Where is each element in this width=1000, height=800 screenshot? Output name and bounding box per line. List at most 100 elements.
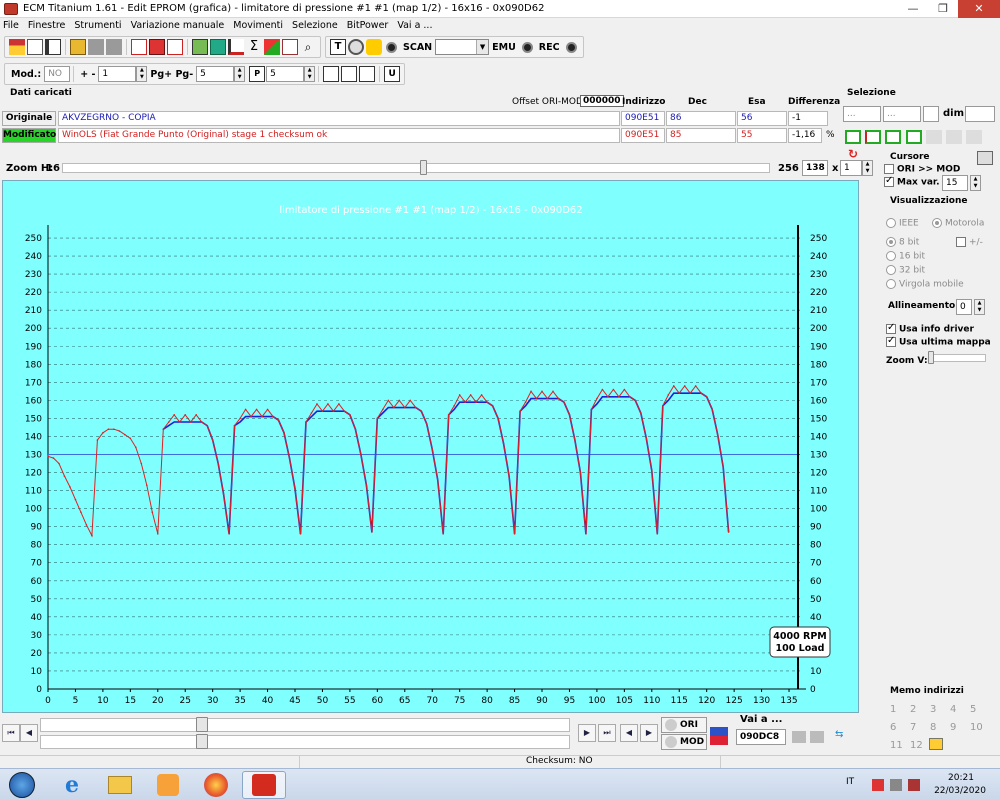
menu-finestre[interactable]: Finestre	[28, 20, 66, 31]
use-driver-info-checkbox[interactable]	[886, 322, 896, 334]
equal-block-icon[interactable]	[341, 66, 358, 82]
chart-icon[interactable]	[228, 39, 244, 55]
mod-field[interactable]: NO	[44, 66, 71, 82]
next-icon[interactable]: ▶	[578, 724, 596, 742]
signed-checkbox[interactable]	[956, 237, 966, 247]
menu-file[interactable]: File	[3, 20, 19, 31]
ieee-radio[interactable]	[886, 218, 896, 228]
arrows-icon[interactable]: ⇆	[835, 729, 851, 743]
menu-bitpower[interactable]: BitPower	[347, 20, 389, 31]
start-button[interactable]	[2, 771, 42, 799]
menu-selezione[interactable]: Selezione	[292, 20, 338, 31]
first-icon[interactable]: ⏮	[2, 724, 20, 742]
close-button[interactable]: ✕	[958, 0, 1000, 18]
modified-label[interactable]: Modificato	[2, 128, 56, 143]
restore-button[interactable]: ❐	[928, 0, 958, 18]
columns-field[interactable]: 138	[802, 160, 828, 176]
select-block-icon[interactable]	[885, 130, 902, 144]
last-icon[interactable]: ⏭	[598, 724, 616, 742]
horizontal-scrollbar-1[interactable]	[40, 718, 570, 732]
align-left-icon[interactable]	[792, 731, 806, 743]
taskbar-ie[interactable]: e	[50, 771, 94, 799]
zoom-v-slider[interactable]	[928, 354, 986, 362]
scan-dropdown[interactable]: ▼	[435, 39, 490, 55]
plus-block-icon[interactable]	[359, 66, 376, 82]
menu-strumenti[interactable]: Strumenti	[74, 20, 121, 31]
memo-slot-5[interactable]: 5	[970, 701, 990, 719]
bit8-radio[interactable]	[886, 237, 896, 247]
taskbar-explorer[interactable]	[98, 771, 142, 799]
page-step-field[interactable]: 5	[196, 66, 235, 82]
flag-icon[interactable]	[710, 727, 728, 745]
ori-button[interactable]: ORI	[661, 717, 707, 733]
lock-icon[interactable]	[348, 39, 364, 55]
page-step-spinner[interactable]: ▲ ▼	[234, 66, 246, 82]
table-icon[interactable]	[210, 39, 226, 55]
bit16-radio[interactable]	[886, 251, 896, 261]
checklist-icon[interactable]	[131, 39, 147, 55]
max-var-checkbox[interactable]	[884, 175, 894, 187]
horizontal-scrollbar-2[interactable]	[40, 735, 570, 749]
dim-field[interactable]	[965, 106, 995, 122]
taskbar-firefox[interactable]	[194, 771, 238, 799]
percent-icon[interactable]: P	[249, 66, 266, 82]
zoom-slider[interactable]	[62, 163, 770, 173]
zoom-v-thumb[interactable]	[928, 351, 934, 364]
grid-icon[interactable]	[282, 39, 298, 55]
original-label[interactable]: Originale	[2, 111, 56, 126]
ori-mod-checkbox[interactable]	[884, 164, 894, 174]
calendar-icon[interactable]	[167, 39, 183, 55]
paste-selection-icon[interactable]	[945, 130, 962, 144]
memo-slot-7[interactable]: 7	[910, 719, 930, 737]
swap-selection-icon[interactable]	[966, 130, 983, 144]
memo-slot-8[interactable]: 8	[930, 719, 950, 737]
select-range-icon[interactable]	[865, 130, 882, 144]
select-bracket-icon[interactable]	[845, 130, 861, 144]
rec-radio[interactable]	[565, 41, 577, 53]
emu-radio[interactable]	[521, 41, 533, 53]
volume-muted-icon[interactable]	[908, 779, 920, 791]
memo-slot-12[interactable]: 12	[910, 737, 930, 755]
memo-slot-3[interactable]: 3	[930, 701, 950, 719]
alignment-field[interactable]: 0	[956, 299, 972, 315]
copy-selection-icon[interactable]	[925, 130, 942, 144]
memo-slot-9[interactable]: 9	[950, 719, 970, 737]
taskbar-ecm[interactable]	[242, 771, 286, 799]
person-icon[interactable]	[366, 39, 382, 55]
motorola-radio[interactable]	[932, 218, 942, 228]
compare-icon[interactable]	[149, 39, 165, 55]
scroll-thumb-2[interactable]	[196, 734, 208, 749]
selection-start-field[interactable]: ...	[843, 106, 881, 122]
bit32-radio[interactable]	[886, 265, 896, 275]
lock-icon[interactable]	[977, 151, 993, 165]
document-icon[interactable]	[45, 39, 61, 55]
memo-slot-2[interactable]: 2	[910, 701, 930, 719]
max-var-field[interactable]: 15	[942, 175, 968, 191]
rows-spinner[interactable]: ▲ ▼	[862, 160, 873, 176]
float-radio[interactable]	[886, 279, 896, 289]
menu-movimenti[interactable]: Movimenti	[233, 20, 283, 31]
binoculars-icon[interactable]: ⌕	[300, 39, 316, 55]
step-back-icon[interactable]: ◀	[620, 724, 638, 742]
scroll-thumb-1[interactable]	[196, 717, 208, 732]
network-icon[interactable]	[872, 779, 884, 791]
zoom-slider-thumb[interactable]	[420, 160, 427, 175]
pressure-limiter-chart[interactable]: limitatore di pressione #1 #1 (map 1/2) …	[3, 181, 860, 714]
selection-extra-field[interactable]	[923, 106, 939, 122]
mod-button[interactable]: MOD	[661, 734, 707, 750]
undo-icon[interactable]: U	[384, 66, 401, 82]
map-search-icon[interactable]	[192, 39, 208, 55]
home-icon[interactable]	[9, 39, 25, 55]
memo-slot-1[interactable]: 1	[890, 701, 910, 719]
percent-spinner[interactable]: ▲ ▼	[304, 66, 316, 82]
step-forward-icon[interactable]: ▶	[640, 724, 658, 742]
memo-slot-6[interactable]: 6	[890, 719, 910, 737]
map-graph-area[interactable]: limitatore di pressione #1 #1 (map 1/2) …	[2, 180, 859, 713]
alignment-spinner[interactable]: ▲ ▼	[974, 299, 985, 315]
taskbar-media[interactable]	[146, 771, 190, 799]
step-spinner[interactable]: ▲ ▼	[136, 66, 148, 82]
save-as-icon[interactable]	[106, 39, 122, 55]
minus-block-icon[interactable]	[323, 66, 340, 82]
max-var-spinner[interactable]: ▲ ▼	[970, 175, 981, 191]
memo-slot-4[interactable]: 4	[950, 701, 970, 719]
